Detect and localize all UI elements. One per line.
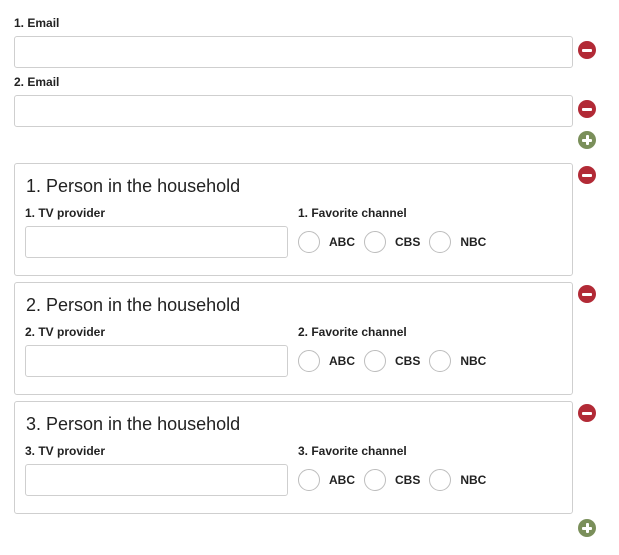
- radio-button[interactable]: [298, 469, 320, 491]
- channel-option-abc[interactable]: ABC: [298, 231, 355, 253]
- channel-option-nbc[interactable]: NBC: [429, 231, 486, 253]
- remove-person-1-icon[interactable]: [578, 166, 596, 184]
- remove-email-2-icon[interactable]: [578, 100, 596, 118]
- person-title: 1. Person in the household: [26, 176, 241, 196]
- radio-button[interactable]: [429, 350, 452, 372]
- channel-option-abc[interactable]: ABC: [298, 350, 355, 372]
- person-title: 3. Person in the household: [26, 414, 241, 434]
- add-email-icon[interactable]: [578, 131, 596, 149]
- channel-option-cbs[interactable]: CBS: [364, 469, 420, 491]
- radio-button[interactable]: [364, 231, 386, 253]
- channel-option-cbs[interactable]: CBS: [364, 350, 420, 372]
- radio-button[interactable]: [364, 350, 386, 372]
- remove-person-3-icon[interactable]: [578, 404, 596, 422]
- radio-button[interactable]: [429, 231, 452, 253]
- channel-option-abc[interactable]: ABC: [298, 469, 355, 491]
- add-person-icon[interactable]: [578, 519, 596, 537]
- person-title: 2. Person in the household: [26, 295, 241, 315]
- radio-button[interactable]: [298, 231, 320, 253]
- radio-button[interactable]: [298, 350, 320, 372]
- favorite-channel-label: 3. Favorite channel: [298, 444, 407, 458]
- channel-option-nbc[interactable]: NBC: [429, 469, 486, 491]
- tv-provider-input[interactable]: [25, 345, 288, 377]
- favorite-channel-radio-group: ABC CBS NBC: [298, 230, 495, 254]
- tv-provider-input[interactable]: [25, 226, 288, 258]
- email-1-input[interactable]: [14, 36, 573, 68]
- favorite-channel-label: 2. Favorite channel: [298, 325, 407, 339]
- email-2-input[interactable]: [14, 95, 573, 127]
- favorite-channel-label: 1. Favorite channel: [298, 206, 407, 220]
- tv-provider-label: 2. TV provider: [25, 325, 106, 339]
- channel-option-cbs[interactable]: CBS: [364, 231, 420, 253]
- household-person-panel: 1. Person in the household 1. TV provide…: [14, 163, 573, 276]
- email-2-label: 2. Email: [14, 75, 60, 89]
- remove-person-2-icon[interactable]: [578, 285, 596, 303]
- remove-email-1-icon[interactable]: [578, 41, 596, 59]
- favorite-channel-radio-group: ABC CBS NBC: [298, 468, 495, 492]
- channel-option-nbc[interactable]: NBC: [429, 350, 486, 372]
- tv-provider-label: 3. TV provider: [25, 444, 106, 458]
- radio-button[interactable]: [364, 469, 386, 491]
- household-person-panel: 3. Person in the household 3. TV provide…: [14, 401, 573, 514]
- email-1-label: 1. Email: [14, 16, 60, 30]
- favorite-channel-radio-group: ABC CBS NBC: [298, 349, 495, 373]
- household-person-panel: 2. Person in the household 2. TV provide…: [14, 282, 573, 395]
- tv-provider-input[interactable]: [25, 464, 288, 496]
- tv-provider-label: 1. TV provider: [25, 206, 106, 220]
- radio-button[interactable]: [429, 469, 452, 491]
